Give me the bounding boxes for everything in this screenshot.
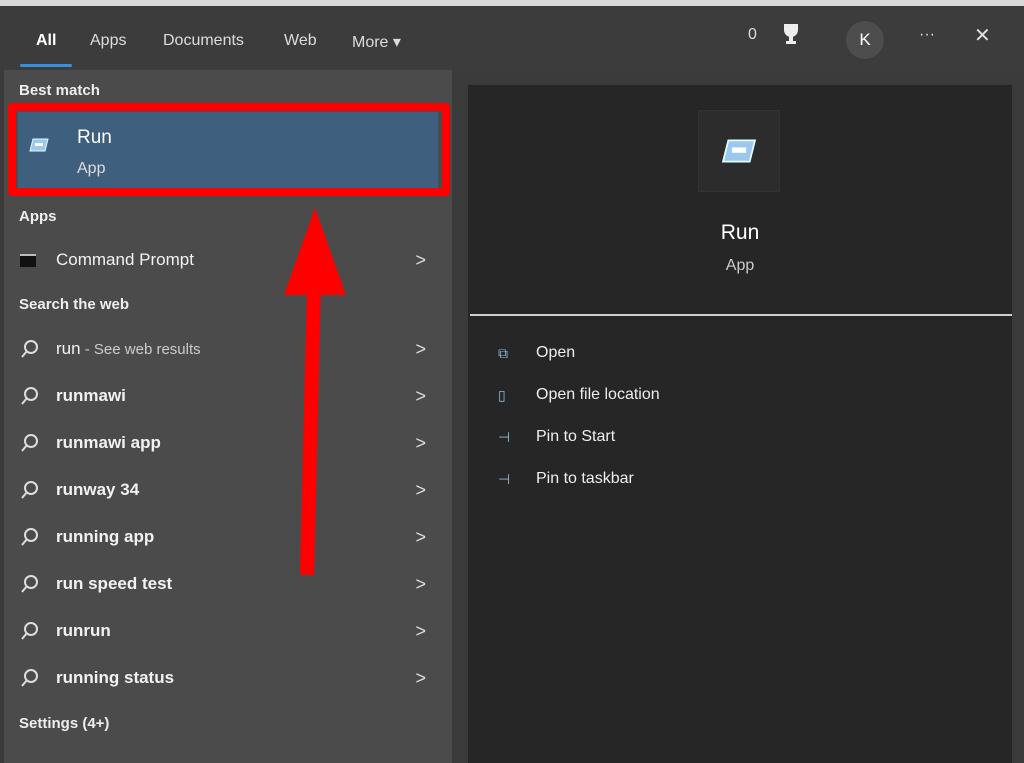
red-arrow [284, 208, 346, 576]
